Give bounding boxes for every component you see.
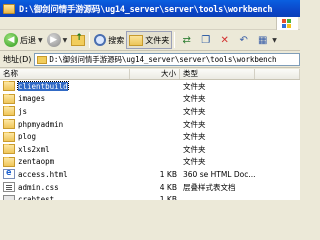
- search-label: 搜索: [108, 35, 125, 45]
- file-size: 1 KB: [159, 169, 177, 179]
- file-row[interactable]: xls2xml 文件夹: [0, 143, 300, 156]
- file-name-cell[interactable]: xls2xml: [0, 144, 130, 155]
- undo-icon: ↶: [239, 34, 248, 46]
- file-name-cell[interactable]: crabtest: [0, 194, 130, 200]
- folder-icon: [3, 93, 15, 104]
- file-name-cell[interactable]: access.html: [0, 169, 130, 180]
- copy-to-button[interactable]: ❐: [196, 31, 215, 49]
- forward-dropdown-icon[interactable]: ▼: [63, 37, 68, 44]
- column-header-extra[interactable]: [255, 69, 300, 79]
- file-name-cell[interactable]: zentaopm: [0, 156, 130, 167]
- column-header-type[interactable]: 类型: [180, 69, 255, 79]
- file-type: 文件夹: [183, 94, 206, 104]
- file-size: 4 KB: [159, 182, 177, 192]
- address-bar: 地址(D) D:\御剑问情手游源码\ug14_server\server\too…: [0, 52, 300, 68]
- file-row[interactable]: admin.css 4 KB 层叠样式表文档: [0, 181, 300, 194]
- file-name-cell[interactable]: images: [0, 93, 130, 104]
- back-label: 后退: [20, 35, 36, 45]
- file-name: clientbuild: [17, 81, 69, 92]
- file-name-cell[interactable]: js: [0, 106, 130, 117]
- toolbar-separator: [89, 32, 91, 48]
- file-name: phpmyadmin: [18, 119, 64, 129]
- address-folder-icon: [37, 55, 48, 64]
- file-name: access.html: [18, 169, 68, 179]
- folders-icon: [129, 34, 144, 46]
- file-name: admin.css: [18, 182, 59, 192]
- file-rows: clientbuild 文件夹 images 文件夹 js 文件夹 phpmyadmin 文件…: [0, 80, 300, 200]
- forward-arrow-icon: ▶: [46, 33, 61, 47]
- folder-icon: [3, 106, 15, 117]
- file-row[interactable]: images 文件夹: [0, 93, 300, 106]
- css-file-icon: [3, 182, 15, 193]
- up-folder-button[interactable]: [69, 31, 87, 49]
- file-name: crabtest: [18, 195, 55, 200]
- file-list[interactable]: 名称 大小 类型 clientbuild 文件夹 images 文件夹 js 文件夹 php…: [0, 69, 300, 200]
- file-row[interactable]: phpmyadmin 文件夹: [0, 118, 300, 131]
- forward-button[interactable]: ▶ ▼: [45, 31, 70, 49]
- column-header-size[interactable]: 大小: [130, 69, 180, 79]
- file-name-cell[interactable]: phpmyadmin: [0, 119, 130, 130]
- back-arrow-icon: ◀: [4, 33, 18, 47]
- file-type: 文件夹: [183, 157, 206, 167]
- file-type: 360 se HTML Doc...: [183, 169, 255, 179]
- file-name: plog: [18, 132, 37, 142]
- file-size: 1 KB: [159, 195, 177, 200]
- file-name: js: [18, 106, 28, 116]
- title-bar[interactable]: D:\御剑问情手游源码\ug14_server\server\tools\wor…: [0, 0, 300, 17]
- views-dropdown-icon[interactable]: ▼: [272, 37, 277, 44]
- file-row[interactable]: access.html 1 KB 360 se HTML Doc...: [0, 168, 300, 181]
- search-icon: [94, 34, 107, 46]
- file-type: 文件夹: [183, 132, 206, 142]
- address-input[interactable]: D:\御剑问情手游源码\ug14_server\server\tools\wor…: [34, 53, 300, 66]
- address-label: 地址(D): [3, 55, 32, 64]
- file-type: 文件夹: [183, 106, 206, 116]
- file-type: 层叠样式表文档: [183, 182, 236, 192]
- html-file-icon: [3, 169, 15, 180]
- file-row[interactable]: js 文件夹: [0, 105, 300, 118]
- script-file-icon: [3, 194, 15, 200]
- file-name-cell[interactable]: plog: [0, 131, 130, 142]
- back-dropdown-icon[interactable]: ▼: [38, 37, 43, 44]
- delete-icon: ✕: [220, 34, 229, 46]
- file-type: 文件夹: [183, 81, 206, 91]
- file-name: zentaopm: [18, 157, 55, 167]
- file-row[interactable]: plog 文件夹: [0, 130, 300, 143]
- folder-window-icon: [3, 3, 15, 14]
- file-type: 文件夹: [183, 144, 206, 154]
- file-row[interactable]: crabtest 1 KB: [0, 193, 300, 200]
- address-value: D:\御剑问情手游源码\ug14_server\server\tools\wor…: [49, 55, 277, 64]
- column-headers: 名称 大小 类型: [0, 69, 300, 80]
- file-name-cell[interactable]: admin.css: [0, 182, 130, 193]
- column-header-name[interactable]: 名称: [0, 69, 130, 79]
- file-row[interactable]: zentaopm 文件夹: [0, 156, 300, 169]
- windows-logo-icon: [276, 17, 298, 30]
- up-folder-icon: [71, 33, 86, 46]
- folders-button[interactable]: 文件夹: [126, 31, 173, 49]
- folder-icon: [3, 144, 15, 155]
- folder-icon: [3, 81, 15, 92]
- views-icon: ▦: [258, 34, 268, 46]
- back-button[interactable]: ◀ 后退 ▼: [2, 31, 45, 49]
- folder-icon: [3, 156, 15, 167]
- views-button[interactable]: ▦ ▼: [253, 31, 279, 49]
- delete-button[interactable]: ✕: [215, 31, 234, 49]
- folders-label: 文件夹: [145, 35, 170, 45]
- search-button[interactable]: 搜索: [92, 31, 126, 49]
- file-name: xls2xml: [18, 144, 50, 154]
- toolbar: ◀ 后退 ▼ ▶ ▼ 搜索 文件夹 ⇄ ❐ ✕ ↶ ▦ ▼: [0, 30, 300, 51]
- folder-icon: [3, 119, 15, 130]
- undo-button[interactable]: ↶: [234, 31, 253, 49]
- file-name: images: [18, 94, 46, 104]
- file-name-cell[interactable]: clientbuild: [0, 81, 130, 92]
- file-row[interactable]: clientbuild 文件夹: [0, 80, 300, 93]
- menu-bar: [0, 17, 300, 30]
- window-title: D:\御剑问情手游源码\ug14_server\server\tools\wor…: [19, 4, 273, 15]
- move-to-button[interactable]: ⇄: [177, 31, 196, 49]
- move-to-icon: ⇄: [182, 34, 191, 46]
- folder-icon: [3, 131, 15, 142]
- copy-to-icon: ❐: [201, 34, 211, 46]
- toolbar-separator: [174, 32, 176, 48]
- file-type: 文件夹: [183, 119, 206, 129]
